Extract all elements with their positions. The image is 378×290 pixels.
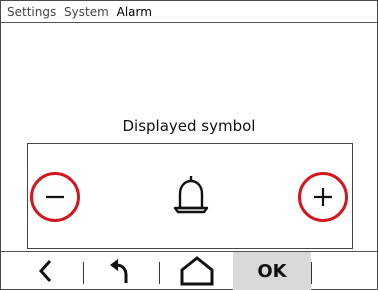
footer-divider <box>311 262 312 284</box>
ok-button[interactable]: OK <box>233 252 311 290</box>
decrease-button[interactable] <box>30 172 80 222</box>
footer-divider <box>159 262 160 284</box>
displayed-symbol-label: Displayed symbol <box>122 117 256 135</box>
breadcrumb-system[interactable]: System <box>64 5 109 19</box>
breadcrumb: Settings System Alarm <box>1 1 377 23</box>
back-button[interactable] <box>21 252 71 290</box>
device-screen: Settings System Alarm Displayed symbol O… <box>0 0 378 290</box>
footer-navbar: OK <box>1 251 377 290</box>
undo-arrow-icon <box>110 259 128 283</box>
symbol-selector-panel <box>27 143 353 249</box>
footer-divider <box>83 262 84 284</box>
breadcrumb-alarm: Alarm <box>116 5 152 19</box>
chevron-left-icon <box>38 259 52 283</box>
minus-icon <box>46 195 64 199</box>
home-button[interactable] <box>167 252 227 290</box>
plus-icon <box>314 188 332 206</box>
bell-icon <box>173 176 209 214</box>
home-icon <box>180 256 214 286</box>
breadcrumb-settings[interactable]: Settings <box>7 5 56 19</box>
return-button[interactable] <box>93 252 143 290</box>
increase-button[interactable] <box>298 172 348 222</box>
